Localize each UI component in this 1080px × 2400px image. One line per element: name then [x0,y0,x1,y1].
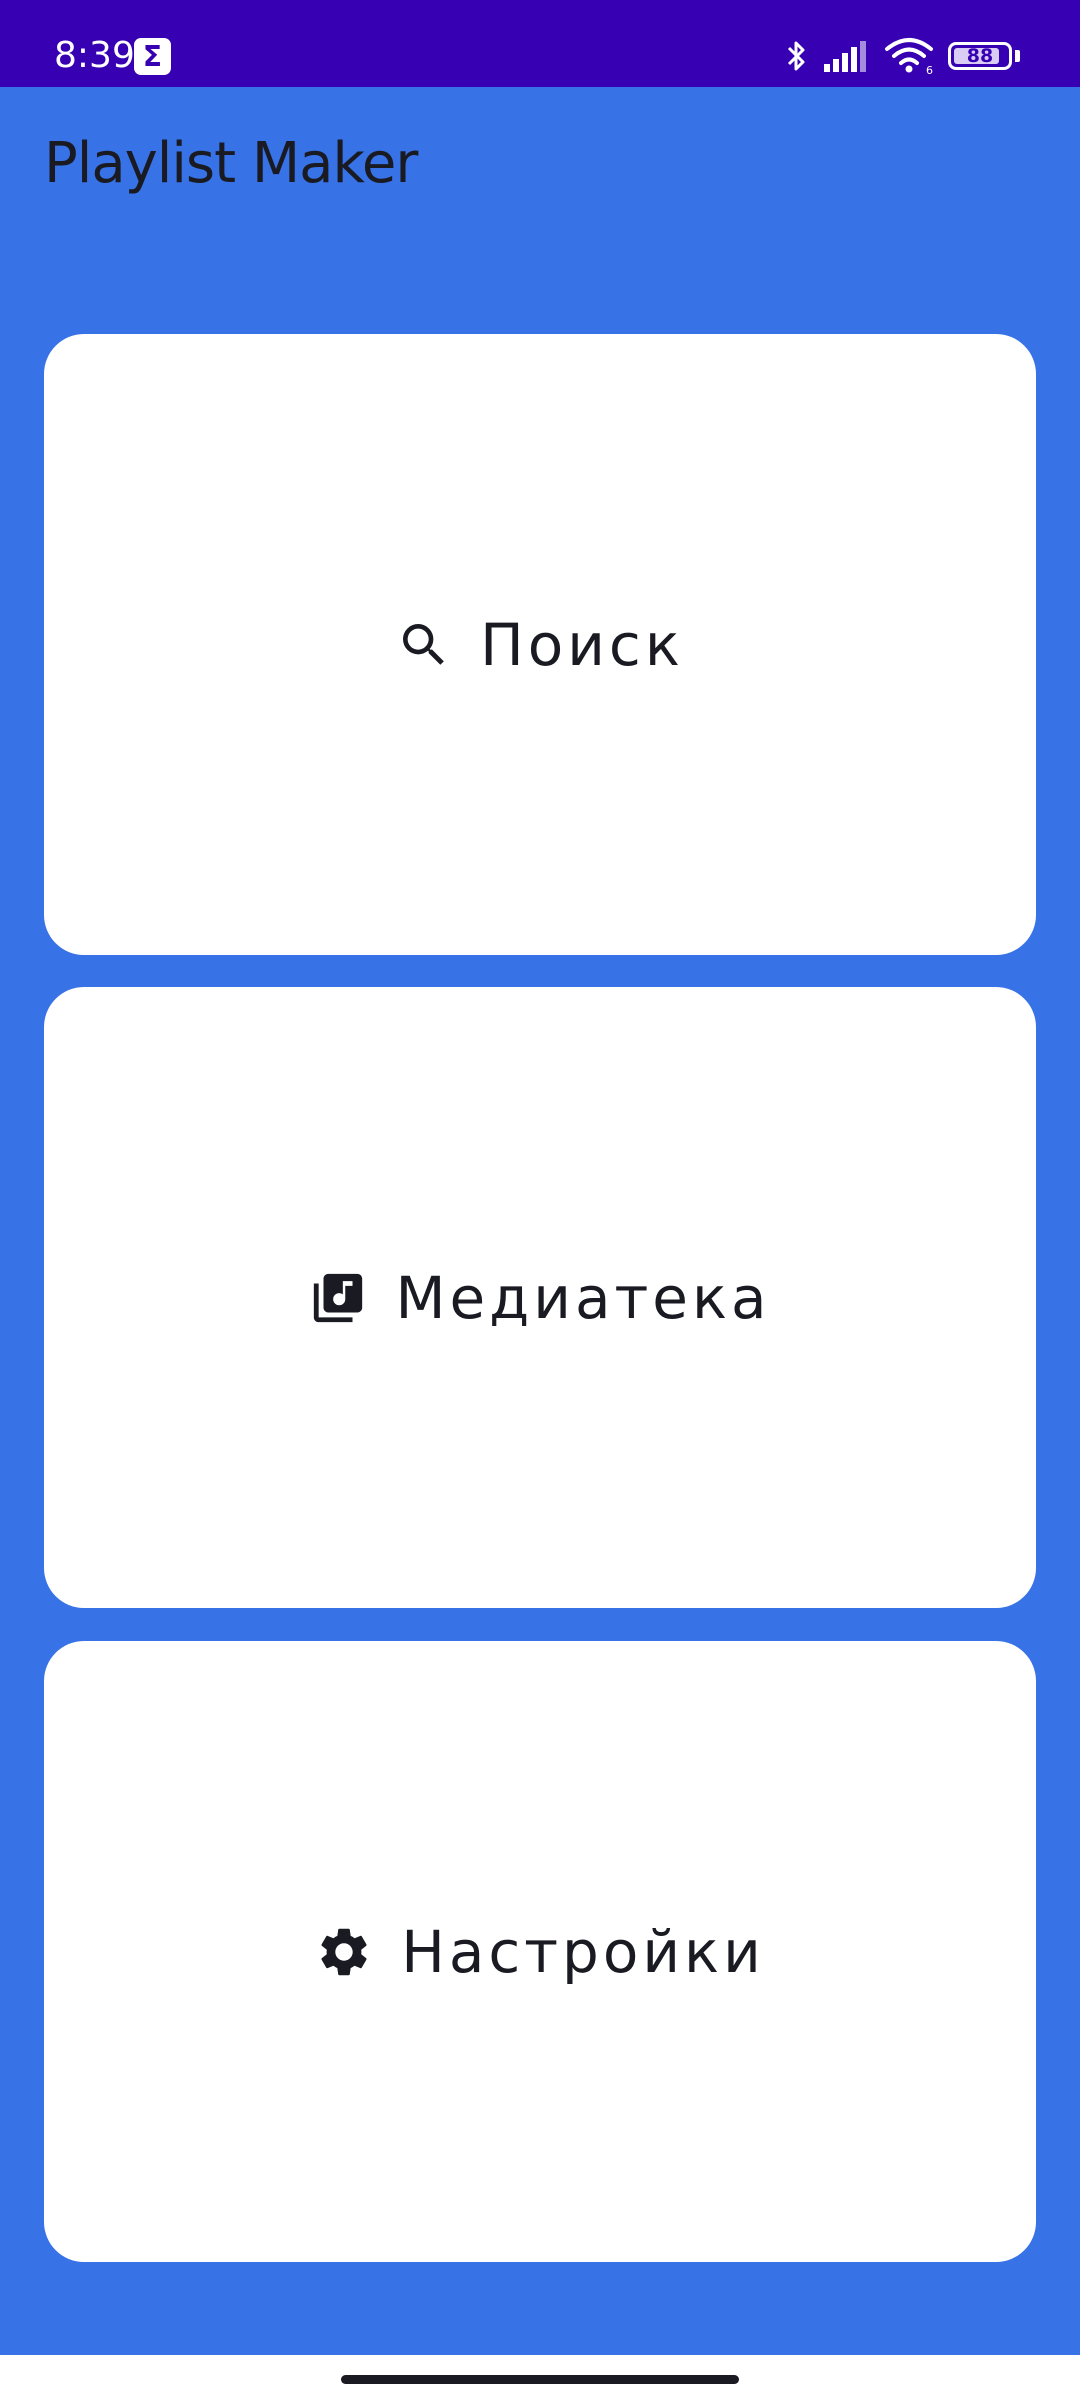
library-music-icon [309,1269,367,1327]
battery-icon: 88 [948,42,1012,70]
svg-text:6: 6 [926,64,933,75]
status-bar: 8:39 Σ 6 88 [0,0,1080,87]
search-label: Поиск [480,610,684,679]
page-title: Playlist Maker [44,131,418,196]
battery-tip [1015,50,1020,62]
status-time: 8:39 [54,35,135,76]
search-icon [396,617,452,673]
status-icons: 6 88 [786,34,1020,78]
main-screen: 8:39 Σ 6 88 Playlist Maker Поиск Медиате… [0,0,1080,2400]
signal-icon [822,40,870,72]
settings-label: Настройки [401,1917,765,1986]
search-button[interactable]: Поиск [44,334,1036,955]
sigma-app-icon: Σ [134,38,171,75]
bluetooth-icon [786,38,808,74]
settings-button[interactable]: Настройки [44,1641,1036,2262]
home-indicator[interactable] [341,2375,739,2384]
gear-icon [315,1923,373,1981]
media-library-label: Медиатека [395,1263,771,1332]
media-library-button[interactable]: Медиатека [44,987,1036,1608]
wifi-icon: 6 [884,37,934,75]
battery-level: 88 [966,45,994,67]
